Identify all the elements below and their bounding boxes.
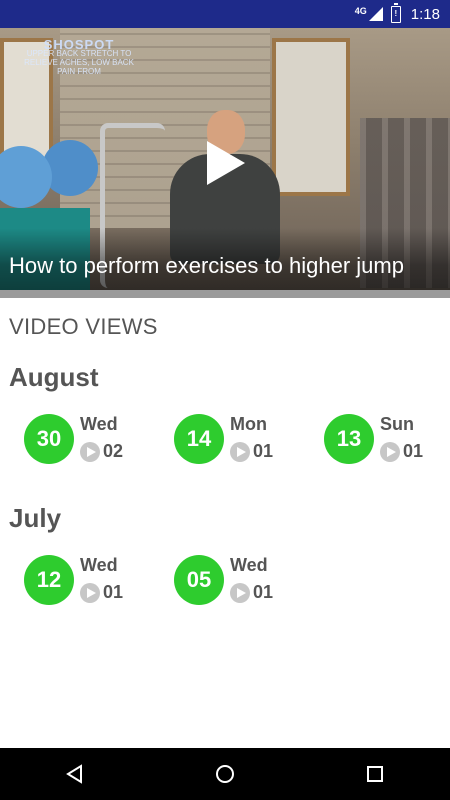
- view-count-value: 01: [253, 582, 274, 602]
- video-progress-bar: [0, 290, 450, 298]
- recents-icon: [367, 766, 383, 782]
- section-title: VIDEO VIEWS: [9, 314, 158, 339]
- date-circle: 13: [324, 414, 374, 464]
- date-circle: 14: [174, 414, 224, 464]
- view-count: 01: [380, 441, 423, 462]
- clock: 1:18: [410, 5, 440, 23]
- month-heading: August: [9, 362, 99, 392]
- play-circle-icon: [80, 441, 100, 462]
- battery-icon: !: [390, 2, 401, 23]
- video-logo: SHOSPOT UPPER BACK STRETCH TO RELIEVE AC…: [14, 37, 144, 76]
- weekday-label: Wed: [230, 555, 268, 575]
- day-entry[interactable]: 14 Mon 01: [174, 414, 314, 464]
- view-count-value: 01: [253, 441, 274, 461]
- video-title: How to perform exercises to higher jump: [9, 253, 404, 278]
- play-circle-icon: [230, 441, 250, 462]
- play-circle-icon: [380, 441, 400, 462]
- view-count: 01: [80, 582, 123, 603]
- view-count: 01: [230, 441, 273, 462]
- logo-brand: SHOSPOT: [43, 37, 115, 52]
- video-frame-window: [272, 38, 350, 196]
- back-button[interactable]: [45, 754, 105, 794]
- play-circle-icon: [80, 582, 100, 603]
- weekday-label: Mon: [230, 414, 267, 434]
- date-circle: 12: [24, 555, 74, 605]
- status-bar: 4G ! 1:18: [0, 0, 450, 28]
- date-circle: 30: [24, 414, 74, 464]
- day-entry[interactable]: 05 Wed 01: [174, 555, 314, 605]
- date-circle: 05: [174, 555, 224, 605]
- signal-icon: [368, 7, 383, 21]
- day-entry[interactable]: 13 Sun 01: [324, 414, 450, 464]
- view-count: 02: [80, 441, 123, 462]
- network-type: 4G: [354, 6, 367, 16]
- view-count-value: 01: [103, 582, 124, 602]
- recents-button[interactable]: [345, 754, 405, 794]
- month-heading: July: [9, 503, 62, 533]
- navigation-bar: [0, 748, 450, 800]
- view-count-value: 02: [103, 441, 124, 461]
- logo-caption: UPPER BACK STRETCH TO RELIEVE ACHES, LOW…: [24, 49, 134, 76]
- back-icon: [66, 764, 82, 784]
- weekday-label: Wed: [80, 414, 118, 434]
- play-circle-icon: [230, 582, 250, 603]
- weekday-label: Sun: [380, 414, 414, 434]
- home-button[interactable]: [195, 754, 255, 794]
- view-count: 01: [230, 582, 273, 603]
- play-icon[interactable]: [199, 139, 247, 187]
- day-entry[interactable]: 12 Wed 01: [24, 555, 164, 605]
- video-player[interactable]: SHOSPOT UPPER BACK STRETCH TO RELIEVE AC…: [0, 28, 450, 290]
- view-count-value: 01: [403, 441, 424, 461]
- day-entry[interactable]: 30 Wed 02: [24, 414, 164, 464]
- home-icon: [216, 765, 234, 783]
- weekday-label: Wed: [80, 555, 118, 575]
